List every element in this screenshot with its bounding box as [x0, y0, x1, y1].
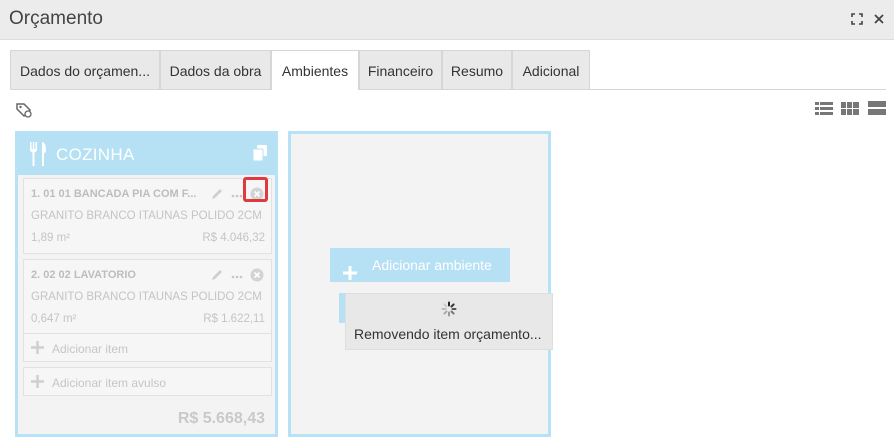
plus-icon — [30, 340, 45, 355]
add-loose-item-label: Adicionar item avulso — [52, 376, 167, 390]
remove-icon[interactable] — [250, 268, 264, 282]
item-material: GRANITO BRANCO ITAUNAS POLIDO 2CM — [31, 291, 262, 303]
plus-icon — [30, 374, 45, 389]
tab-ambientes[interactable]: Ambientes — [271, 50, 359, 90]
item-area: 0,647 m² — [31, 313, 77, 325]
item-code: 1. 01 01 BANCADA PIA COM F... — [31, 188, 197, 200]
environment-header: COZINHA — [18, 134, 275, 175]
more-icon[interactable] — [230, 268, 244, 282]
add-loose-item-button[interactable]: Adicionar item avulso — [23, 367, 272, 396]
item-material: GRANITO BRANCO ITAUNAS POLIDO 2CM — [31, 210, 262, 222]
environment-card: COZINHA 1. 01 01 BANCADA PIA COM F... GR… — [15, 131, 278, 437]
item-code: 2. 02 02 LAVATORIO — [31, 269, 136, 281]
spinner-icon — [441, 301, 457, 317]
add-environment-button[interactable]: Adicionar ambiente — [330, 248, 510, 282]
add-item-label: Adicionar item — [52, 342, 129, 356]
add-environment-card: Adicionar ambiente — [288, 131, 551, 437]
highlight-box — [243, 177, 268, 202]
edit-icon[interactable] — [210, 268, 224, 282]
plus-icon — [343, 258, 357, 280]
budget-item[interactable]: 1. 01 01 BANCADA PIA COM F... GRANITO BR… — [23, 178, 272, 254]
more-icon[interactable] — [230, 187, 244, 201]
window-title: Orçamento — [9, 8, 103, 29]
tab-resumo[interactable]: Resumo — [442, 50, 512, 89]
close-icon[interactable] — [872, 12, 886, 26]
environment-name: COZINHA — [56, 145, 135, 164]
tab-adicional[interactable]: Adicional — [512, 50, 590, 89]
tab-bar: Dados do orçamen... Dados da obra Ambien… — [10, 50, 886, 90]
budget-item[interactable]: 2. 02 02 LAVATORIO GRANITO BRANCO ITAUNA… — [23, 259, 272, 335]
cutlery-icon — [28, 141, 48, 172]
large-view-icon[interactable] — [868, 100, 886, 116]
maximize-icon[interactable] — [850, 12, 864, 26]
item-area: 1,89 m² — [31, 232, 70, 244]
add-item-button[interactable]: Adicionar item — [23, 333, 272, 362]
list-view-icon[interactable] — [815, 100, 833, 116]
copy-icon[interactable] — [252, 145, 267, 166]
grid-view-icon[interactable] — [841, 100, 859, 116]
loading-message: Removendo item orçamento... — [354, 326, 542, 342]
tab-financeiro[interactable]: Financeiro — [359, 50, 442, 89]
edit-icon[interactable] — [210, 187, 224, 201]
loading-popup: Removendo item orçamento... — [345, 293, 553, 350]
item-price: R$ 4.046,32 — [202, 232, 265, 244]
window-titlebar: Orçamento — [0, 0, 894, 40]
item-price: R$ 1.622,11 — [203, 313, 265, 325]
tag-settings-icon[interactable] — [15, 101, 33, 119]
tab-dados-orcamento[interactable]: Dados do orçamen... — [10, 50, 160, 89]
tab-dados-obra[interactable]: Dados da obra — [160, 50, 271, 89]
environment-total: R$ 5.668,43 — [177, 410, 265, 427]
add-environment-label: Adicionar ambiente — [372, 257, 492, 273]
